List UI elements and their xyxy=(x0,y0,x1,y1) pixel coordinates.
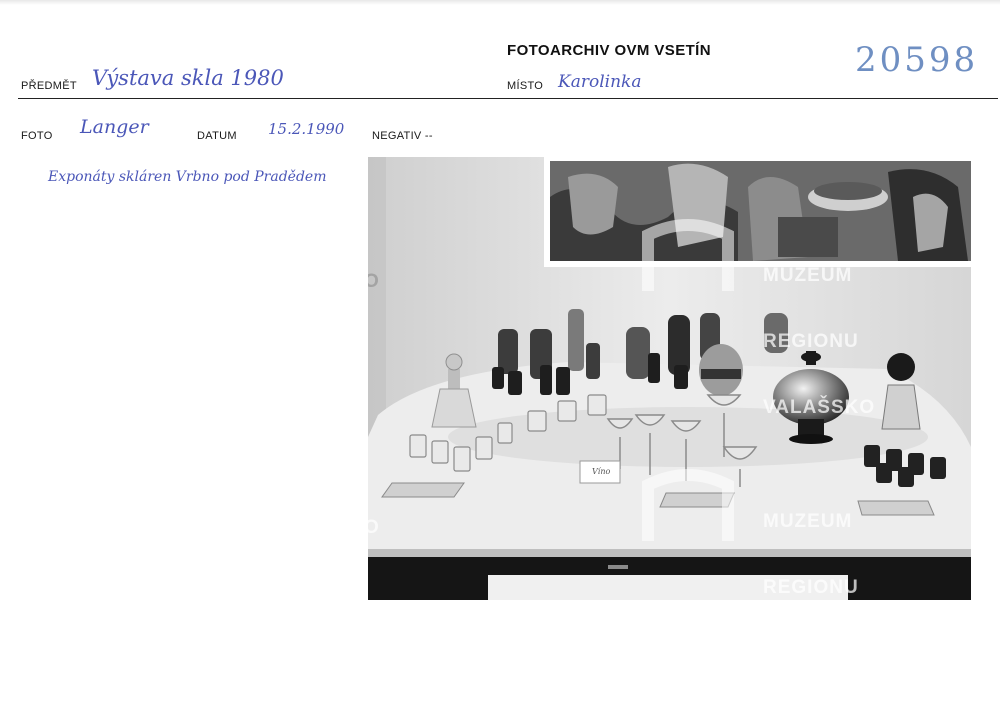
watermark-edge-upper: O xyxy=(368,271,379,292)
header-divider xyxy=(18,98,998,99)
scan-top-edge xyxy=(0,0,1000,5)
watermark-upper: MUZEUM REGIONU VALAŠSKO xyxy=(763,221,875,463)
watermark-lower: MUZEUM REGIONU VALAŠSKO xyxy=(763,467,875,600)
watermark-upper-line-3: VALAŠSKO xyxy=(763,397,876,418)
watermark-lower-line-2: REGIONU xyxy=(763,577,859,598)
date-label: DATUM xyxy=(197,130,237,142)
museum-logo-lower xyxy=(642,469,734,541)
exhibition-photograph: Víno MUZEUM REGIONU VALAŠSKO MUZEUM REGI… xyxy=(368,157,971,600)
description-text: Exponáty skláren Vrbno pod Pradědem xyxy=(48,169,327,185)
archive-number-stamp: 20598 xyxy=(855,40,979,80)
photo-label: FOTO xyxy=(21,130,53,142)
watermark-upper-line-1: MUZEUM xyxy=(763,265,853,286)
table-card-label: Víno xyxy=(592,467,611,476)
archive-title: FOTOARCHIV OVM VSETÍN xyxy=(507,42,711,59)
negative-label: NEGATIV -- xyxy=(372,130,433,142)
watermark-lower-line-1: MUZEUM xyxy=(763,511,853,532)
watermark-edge-lower: O xyxy=(368,517,379,538)
museum-logo-upper xyxy=(642,219,734,291)
subject-label: PŘEDMĚT xyxy=(21,80,77,92)
date-value: 15.2.1990 xyxy=(268,120,345,138)
photographer-value: Langer xyxy=(80,116,149,138)
place-label: MÍSTO xyxy=(507,80,544,92)
place-value: Karolinka xyxy=(558,72,642,92)
subject-value: Výstava skla 1980 xyxy=(92,66,284,90)
watermark-upper-line-2: REGIONU xyxy=(763,331,859,352)
